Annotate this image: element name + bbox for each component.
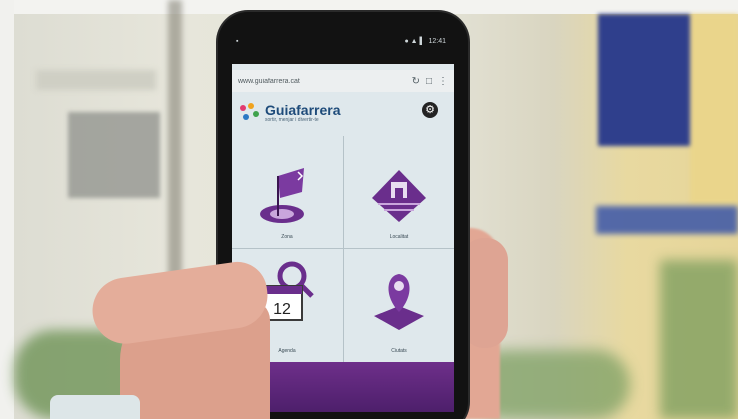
calendar-day: 12 — [273, 301, 291, 318]
gear-icon[interactable]: ⚙ — [422, 102, 438, 118]
hand-finger-right — [462, 238, 508, 348]
tile-label: Zona — [281, 234, 293, 240]
photo-border-left — [0, 0, 14, 419]
map-flag-icon — [260, 168, 304, 223]
tile-label: Localitat — [389, 234, 409, 240]
photo-scene: ▪ ● ▲ ▌ 12:41 www.guiafarrera.cat ↻ □ ⋮ … — [0, 0, 738, 419]
background-yellow-wall — [690, 14, 738, 204]
background-pole — [168, 0, 182, 300]
status-icons: ● ▲ ▌ — [404, 37, 425, 45]
background-window — [68, 112, 160, 198]
background-ledge — [36, 70, 156, 90]
background-foliage-right — [660, 260, 738, 419]
reload-icon[interactable]: ↻ — [412, 76, 420, 87]
logo-icon — [240, 103, 260, 123]
tile-label: Ciutats — [391, 348, 407, 354]
menu-icon[interactable]: ⋮ — [438, 76, 448, 87]
browser-url-bar[interactable]: www.guiafarrera.cat ↻ □ ⋮ — [232, 70, 454, 92]
map-pin-icon — [374, 274, 424, 330]
tabs-icon[interactable]: □ — [426, 76, 432, 87]
app-title: Guiafarrera — [265, 102, 341, 118]
tile-localitat[interactable]: Localitat — [344, 136, 454, 248]
status-bar: ▪ ● ▲ ▌ 12:41 — [232, 34, 454, 48]
background-blue-shutter — [598, 14, 690, 146]
tile-ciutats[interactable]: Ciutats — [344, 250, 454, 362]
notification-icon: ▪ — [236, 37, 239, 45]
tile-zona[interactable]: Zona — [232, 136, 342, 248]
town-house-icon — [372, 170, 426, 222]
url-text[interactable]: www.guiafarrera.cat — [238, 78, 406, 85]
app-header: Guiafarrera sortir, menjar i divertir-te — [232, 96, 454, 130]
status-time: 12:41 — [428, 37, 446, 45]
background-blue-sign — [596, 206, 738, 234]
sleeve — [50, 395, 140, 419]
